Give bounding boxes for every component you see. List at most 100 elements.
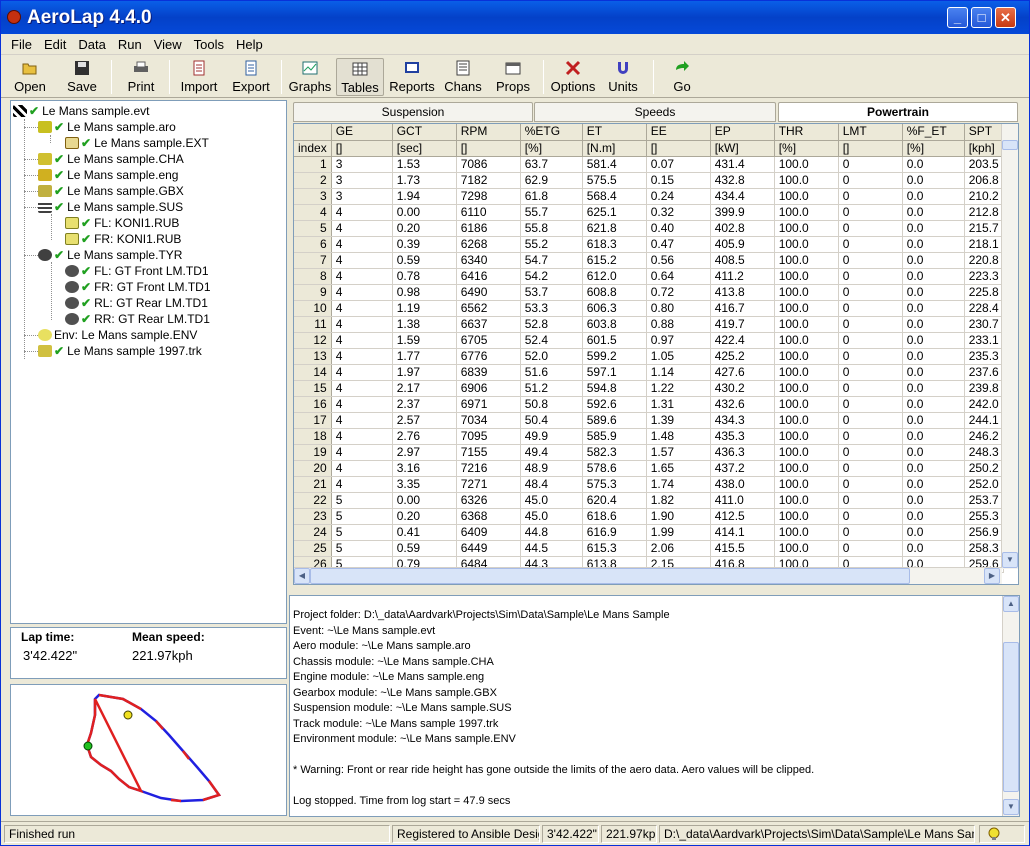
- table-cell[interactable]: 225.8: [964, 284, 1004, 301]
- table-cell[interactable]: 618.6: [582, 508, 647, 525]
- table-cell[interactable]: 0.0: [902, 508, 965, 525]
- menu-view[interactable]: View: [148, 34, 188, 55]
- table-cell[interactable]: 1.57: [646, 444, 711, 461]
- status-tip[interactable]: [979, 825, 1025, 843]
- table-cell[interactable]: 235.3: [964, 348, 1004, 365]
- table-cell[interactable]: 0: [838, 268, 903, 285]
- table-cell[interactable]: 6268: [456, 236, 521, 253]
- table-cell[interactable]: 1.99: [646, 524, 711, 541]
- table-cell[interactable]: 4: [331, 364, 393, 381]
- column-header[interactable]: [294, 124, 332, 141]
- table-cell[interactable]: 0.98: [392, 284, 457, 301]
- table-cell[interactable]: 0.32: [646, 204, 711, 221]
- table-cell[interactable]: 581.4: [582, 156, 647, 173]
- scroll-thumb[interactable]: [1002, 140, 1018, 150]
- table-cell[interactable]: 6776: [456, 348, 521, 365]
- table-cell[interactable]: 252.0: [964, 476, 1004, 493]
- table-row[interactable]: 2 3 1.73 7182 62.9 575.5 0.15 432.8 100.0 0 0.0 206…: [294, 172, 1004, 189]
- table-cell[interactable]: 434.4: [710, 188, 775, 205]
- table-cell[interactable]: 1.74: [646, 476, 711, 493]
- scroll-up-arrow-icon[interactable]: ▲: [1003, 596, 1019, 612]
- scroll-down-arrow-icon[interactable]: ▼: [1002, 552, 1018, 568]
- table-row[interactable]: 24 5 0.41 6409 44.8 616.9 1.99 414.1 100.0 0 0.0 25…: [294, 524, 1004, 541]
- table-cell[interactable]: 606.3: [582, 300, 647, 317]
- table-cell[interactable]: 612.0: [582, 268, 647, 285]
- table-cell[interactable]: 0.0: [902, 316, 965, 333]
- tree-item-aero-ext[interactable]: ✔ Le Mans sample.EXT: [65, 135, 209, 151]
- table-row[interactable]: 15 4 2.17 6906 51.2 594.8 1.22 430.2 100.0 0 0.0 23…: [294, 380, 1004, 397]
- table-cell[interactable]: 230.7: [964, 316, 1004, 333]
- table-cell[interactable]: 3.16: [392, 460, 457, 477]
- table-cell[interactable]: 0.0: [902, 428, 965, 445]
- table-cell[interactable]: 3.35: [392, 476, 457, 493]
- table-cell[interactable]: 1.14: [646, 364, 711, 381]
- table-cell[interactable]: 0.20: [392, 508, 457, 525]
- table-cell[interactable]: 0.0: [902, 204, 965, 221]
- table-cell[interactable]: 100.0: [774, 252, 839, 269]
- table-cell[interactable]: 49.9: [520, 428, 583, 445]
- row-index[interactable]: 17: [294, 412, 332, 429]
- table-cell[interactable]: 7298: [456, 188, 521, 205]
- table-cell[interactable]: 0: [838, 476, 903, 493]
- table-row[interactable]: 9 4 0.98 6490 53.7 608.8 0.72 413.8 100.0 0 0.0 225…: [294, 284, 1004, 301]
- table-cell[interactable]: 413.8: [710, 284, 775, 301]
- table-cell[interactable]: 220.8: [964, 252, 1004, 269]
- table-cell[interactable]: 1.97: [392, 364, 457, 381]
- table-cell[interactable]: 620.4: [582, 492, 647, 509]
- table-cell[interactable]: 1.39: [646, 412, 711, 429]
- table-cell[interactable]: 53.3: [520, 300, 583, 317]
- graphs-button[interactable]: Graphs: [287, 58, 333, 96]
- table-cell[interactable]: 100.0: [774, 172, 839, 189]
- tree-item-tyre-rr[interactable]: ✔ RR: GT Rear LM.TD1: [65, 311, 210, 327]
- tree-item-sus-fl[interactable]: ✔ FL: KONI1.RUB: [65, 215, 179, 231]
- table-cell[interactable]: 431.4: [710, 156, 775, 173]
- export-button[interactable]: Export: [227, 58, 275, 96]
- table-cell[interactable]: 237.6: [964, 364, 1004, 381]
- table-cell[interactable]: 248.3: [964, 444, 1004, 461]
- table-cell[interactable]: 0: [838, 348, 903, 365]
- table-cell[interactable]: 51.2: [520, 380, 583, 397]
- table-cell[interactable]: 100.0: [774, 188, 839, 205]
- table-cell[interactable]: 5: [331, 492, 393, 509]
- table-cell[interactable]: 100.0: [774, 268, 839, 285]
- table-cell[interactable]: 4: [331, 460, 393, 477]
- table-cell[interactable]: 4: [331, 204, 393, 221]
- row-index[interactable]: 3: [294, 188, 332, 205]
- table-cell[interactable]: 48.9: [520, 460, 583, 477]
- table-cell[interactable]: 5: [331, 524, 393, 541]
- table-row[interactable]: 7 4 0.59 6340 54.7 615.2 0.56 408.5 100.0 0 0.0 220…: [294, 252, 1004, 269]
- table-cell[interactable]: 0: [838, 492, 903, 509]
- row-index[interactable]: 9: [294, 284, 332, 301]
- table-cell[interactable]: 100.0: [774, 204, 839, 221]
- table-cell[interactable]: 0.0: [902, 412, 965, 429]
- row-index[interactable]: 2: [294, 172, 332, 189]
- column-header[interactable]: ET: [582, 124, 647, 141]
- table-row[interactable]: 3 3 1.94 7298 61.8 568.4 0.24 434.4 100.0 0 0.0 210…: [294, 188, 1004, 205]
- menu-data[interactable]: Data: [72, 34, 111, 55]
- table-cell[interactable]: 212.8: [964, 204, 1004, 221]
- table-cell[interactable]: 52.8: [520, 316, 583, 333]
- table-cell[interactable]: 0.0: [902, 444, 965, 461]
- table-cell[interactable]: 4: [331, 300, 393, 317]
- table-cell[interactable]: 203.5: [964, 156, 1004, 173]
- table-row[interactable]: 23 5 0.20 6368 45.0 618.6 1.90 412.5 100.0 0 0.0 25…: [294, 508, 1004, 525]
- table-cell[interactable]: 0: [838, 428, 903, 445]
- table-row[interactable]: 4 4 0.00 6110 55.7 625.1 0.32 399.9 100.0 0 0.0 212…: [294, 204, 1004, 221]
- table-cell[interactable]: 411.0: [710, 492, 775, 509]
- table-cell[interactable]: 592.6: [582, 396, 647, 413]
- table-cell[interactable]: 1.19: [392, 300, 457, 317]
- table-cell[interactable]: 44.8: [520, 524, 583, 541]
- table-cell[interactable]: 411.2: [710, 268, 775, 285]
- table-cell[interactable]: 0: [838, 380, 903, 397]
- table-row[interactable]: 8 4 0.78 6416 54.2 612.0 0.64 411.2 100.0 0 0.0 223…: [294, 268, 1004, 285]
- table-cell[interactable]: 61.8: [520, 188, 583, 205]
- column-header[interactable]: SPT: [964, 124, 1004, 141]
- table-cell[interactable]: 1.82: [646, 492, 711, 509]
- table-cell[interactable]: 7216: [456, 460, 521, 477]
- table-cell[interactable]: 0.0: [902, 284, 965, 301]
- table-cell[interactable]: 6110: [456, 204, 521, 221]
- table-cell[interactable]: 425.2: [710, 348, 775, 365]
- table-cell[interactable]: 100.0: [774, 348, 839, 365]
- table-cell[interactable]: 435.3: [710, 428, 775, 445]
- table-cell[interactable]: 100.0: [774, 236, 839, 253]
